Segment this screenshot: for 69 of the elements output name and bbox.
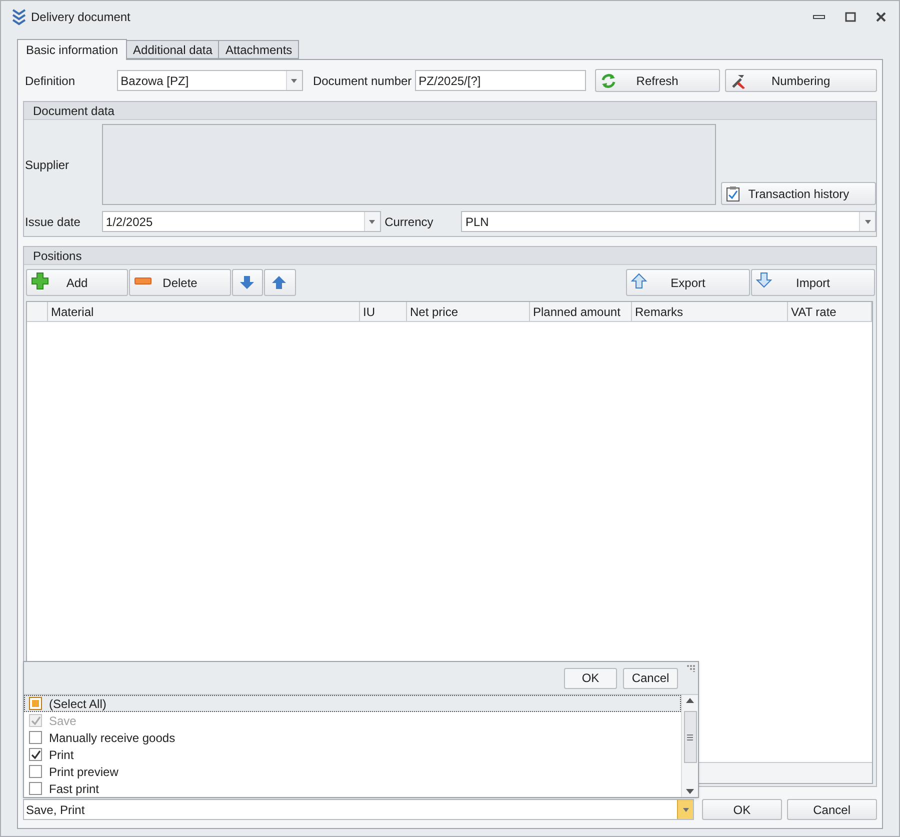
button[interactable]: Transaction history <box>721 182 876 205</box>
button[interactable]: Import <box>751 269 875 296</box>
grip-icon <box>686 734 694 740</box>
combo-value: PLN <box>464 214 490 230</box>
group-title: Positions <box>33 248 82 264</box>
hammer-icon <box>730 72 748 90</box>
field-label: Definition <box>24 72 76 90</box>
option-label: Print preview <box>49 764 118 780</box>
field-label: Currency <box>384 214 434 230</box>
button[interactable]: Add <box>26 269 128 296</box>
up-arrow-icon <box>631 272 649 290</box>
currency-dropdown[interactable]: PLN <box>461 211 876 232</box>
app-logo-icon <box>11 8 27 26</box>
resize-grip-icon <box>686 664 696 672</box>
combo-value: 1/2/2025 <box>104 214 154 230</box>
dropdown-arrow-icon <box>682 806 690 812</box>
group-title: Document data <box>33 102 114 120</box>
down-arrow-icon <box>238 274 256 292</box>
button[interactable]: Export <box>626 269 750 296</box>
maximize-icon <box>844 11 856 23</box>
option-label: (Select All) <box>49 696 106 712</box>
option-label: Print <box>49 746 74 764</box>
option-label: Save <box>49 712 76 730</box>
down-arrow-icon <box>756 272 774 290</box>
column-header[interactable]: Planned amount <box>530 302 632 321</box>
option-label: Manually receive goods <box>49 730 176 746</box>
supplier-field[interactable] <box>102 124 716 205</box>
plus-icon <box>31 272 49 290</box>
combo-value: Bazowa [PZ] <box>120 72 190 90</box>
column-header[interactable]: Material <box>48 302 360 321</box>
button[interactable]: Numbering <box>724 69 877 92</box>
field-label: Supplier <box>24 156 70 174</box>
up-arrow-icon <box>271 274 289 292</box>
checkbox[interactable] <box>29 782 42 795</box>
field-label: Document number <box>312 72 412 90</box>
column-header[interactable]: Net price <box>407 302 530 321</box>
window-title: Delivery document <box>31 9 132 26</box>
column-header[interactable]: VAT rate <box>788 302 872 321</box>
column-header[interactable]: Remarks <box>632 302 788 321</box>
up-arrow-button[interactable] <box>264 269 296 296</box>
dropdown-arrow-icon <box>864 218 872 224</box>
checkbox[interactable] <box>29 748 42 761</box>
button[interactable]: Cancel <box>623 668 678 688</box>
checkbox[interactable] <box>29 731 42 744</box>
document-number-field[interactable]: PZ/2025/[?] <box>414 70 586 91</box>
down-arrow-button[interactable] <box>232 269 263 296</box>
definition-dropdown[interactable]: Bazowa [PZ] <box>116 70 303 91</box>
tab[interactable]: Additional data <box>126 40 220 59</box>
dropdown-arrow-icon <box>290 78 298 84</box>
button[interactable]: Cancel <box>786 799 877 820</box>
column-header[interactable]: IU <box>360 302 407 321</box>
button[interactable]: Delete <box>129 269 231 296</box>
dropdown-arrow-icon <box>368 218 376 224</box>
combo-value: Save, Print <box>25 802 86 818</box>
scrollbar[interactable] <box>681 695 698 797</box>
date-picker[interactable]: 1/2/2025 <box>102 211 381 232</box>
button[interactable]: Refresh <box>595 69 720 92</box>
option-label: Fast print <box>49 780 100 798</box>
close-icon <box>875 11 887 23</box>
actions-dropdown[interactable]: Save, Print <box>23 799 694 820</box>
minimize-icon <box>813 15 825 19</box>
tab[interactable]: Attachments <box>218 40 300 59</box>
clipboard-icon <box>726 186 740 202</box>
tab[interactable]: Basic information <box>17 39 128 60</box>
button[interactable]: OK <box>564 668 617 688</box>
field-label: Issue date <box>24 214 82 230</box>
checkbox[interactable] <box>29 697 42 710</box>
button[interactable]: OK <box>702 799 782 820</box>
checkbox[interactable] <box>29 765 42 778</box>
